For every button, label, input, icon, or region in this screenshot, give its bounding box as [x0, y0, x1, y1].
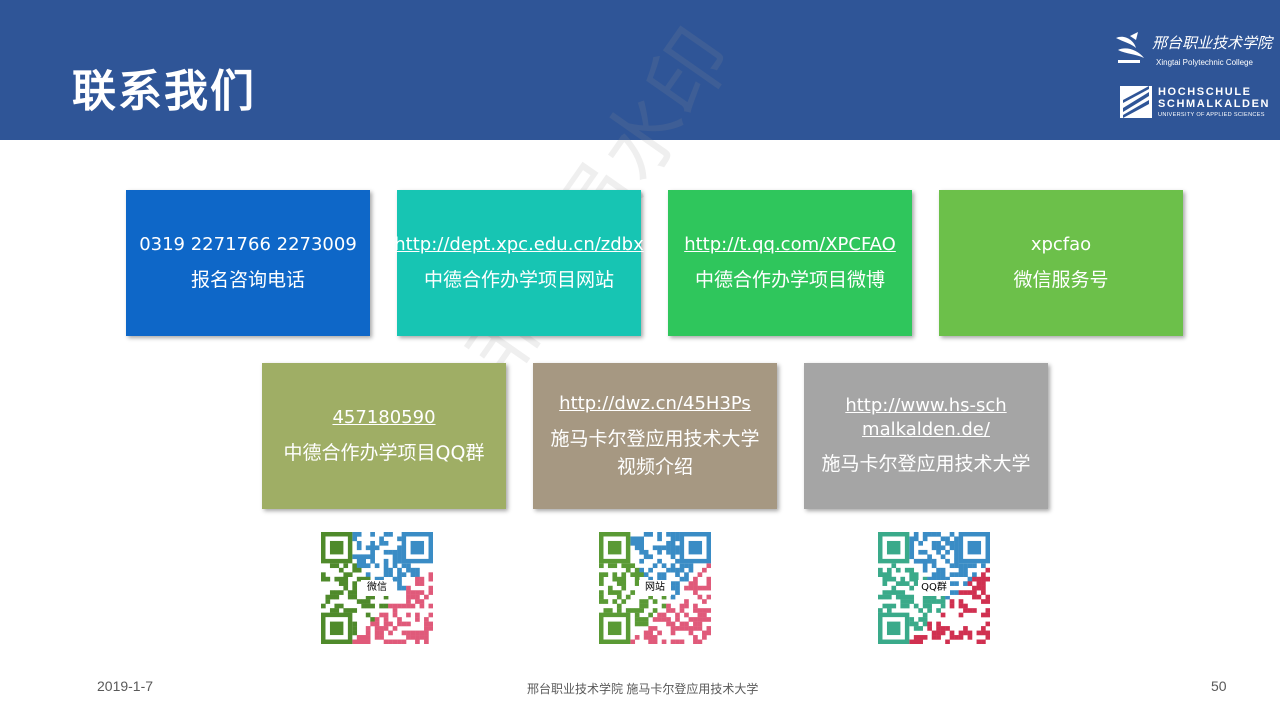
contact-box-wechat: xpcfao 微信服务号 [939, 190, 1183, 336]
contact-box-website: http://dept.xpc.edu.cn/zdbx 中德合作办学项目网站 [394, 190, 644, 336]
hs-emblem-icon [1120, 86, 1152, 118]
qq-description: 中德合作办学项目QQ群 [283, 442, 485, 464]
qr-wechat-label: 微信 [361, 580, 393, 596]
qq-group-number[interactable]: 457180590 [332, 405, 435, 431]
contact-box-hs-website: http://www.hs-schmalkalden.de/ 施马卡尔登应用技术… [804, 363, 1048, 509]
hs-website-description: 施马卡尔登应用技术大学 [821, 453, 1031, 475]
qr-code-website: 网站 [599, 532, 711, 644]
contact-box-video: http://dwz.cn/45H3Ps 施马卡尔登应用技术大学视频介绍 [533, 363, 777, 509]
xpc-emblem-icon [1116, 32, 1144, 63]
contact-box-phone: 0319 2271766 2273009 报名咨询电话 [126, 190, 370, 336]
wechat-account: xpcfao [1030, 234, 1092, 255]
hs-website-link[interactable]: http://www.hs-schmalkalden.de/ [841, 394, 1011, 442]
hs-logo-line1: HOCHSCHULE [1158, 86, 1252, 98]
qr-qq-label: QQ群 [918, 580, 950, 596]
weibo-link[interactable]: http://t.qq.com/XPCFAO [684, 232, 896, 258]
qr-website-label: 网站 [639, 580, 671, 596]
qr-code-wechat: 微信 [321, 532, 433, 644]
video-description: 施马卡尔登应用技术大学视频介绍 [550, 428, 760, 478]
weibo-description: 中德合作办学项目微博 [694, 269, 885, 291]
slide-title: 联系我们 [72, 66, 256, 117]
hs-logo-line2: SCHMALKALDEN [1158, 98, 1271, 110]
website-link[interactable]: http://dept.xpc.edu.cn/zdbx [394, 232, 644, 258]
xpc-logo: 邢台职业技术学院 Xingtai Polytechnic College [1112, 30, 1272, 72]
qr-code-qq: QQ群 [878, 532, 990, 644]
contact-box-qq: 457180590 中德合作办学项目QQ群 [262, 363, 506, 509]
hs-schmalkalden-logo: HOCHSCHULE SCHMALKALDEN UNIVERSITY OF AP… [1120, 86, 1270, 122]
hs-logo-line3: UNIVERSITY OF APPLIED SCIENCES [1158, 112, 1265, 118]
wechat-description: 微信服务号 [1013, 269, 1109, 291]
phone-numbers: 0319 2271766 2273009 [139, 234, 357, 255]
website-description: 中德合作办学项目网站 [423, 269, 614, 291]
phone-description: 报名咨询电话 [190, 269, 305, 291]
footer-institutions: 邢台职业技术学院 施马卡尔登应用技术大学 [527, 682, 759, 696]
xpc-logo-chinese: 邢台职业技术学院 [1152, 34, 1273, 52]
contact-box-weibo: http://t.qq.com/XPCFAO 中德合作办学项目微博 [668, 190, 912, 336]
video-link[interactable]: http://dwz.cn/45H3Ps [559, 391, 751, 417]
header-bar: 联系我们 邢台职业技术学院 Xingtai Polytechnic Colleg… [0, 0, 1280, 140]
footer-date: 2019-1-7 [97, 678, 154, 694]
xpc-logo-english: Xingtai Polytechnic College [1156, 58, 1253, 67]
footer-page-number: 50 [1211, 678, 1227, 694]
